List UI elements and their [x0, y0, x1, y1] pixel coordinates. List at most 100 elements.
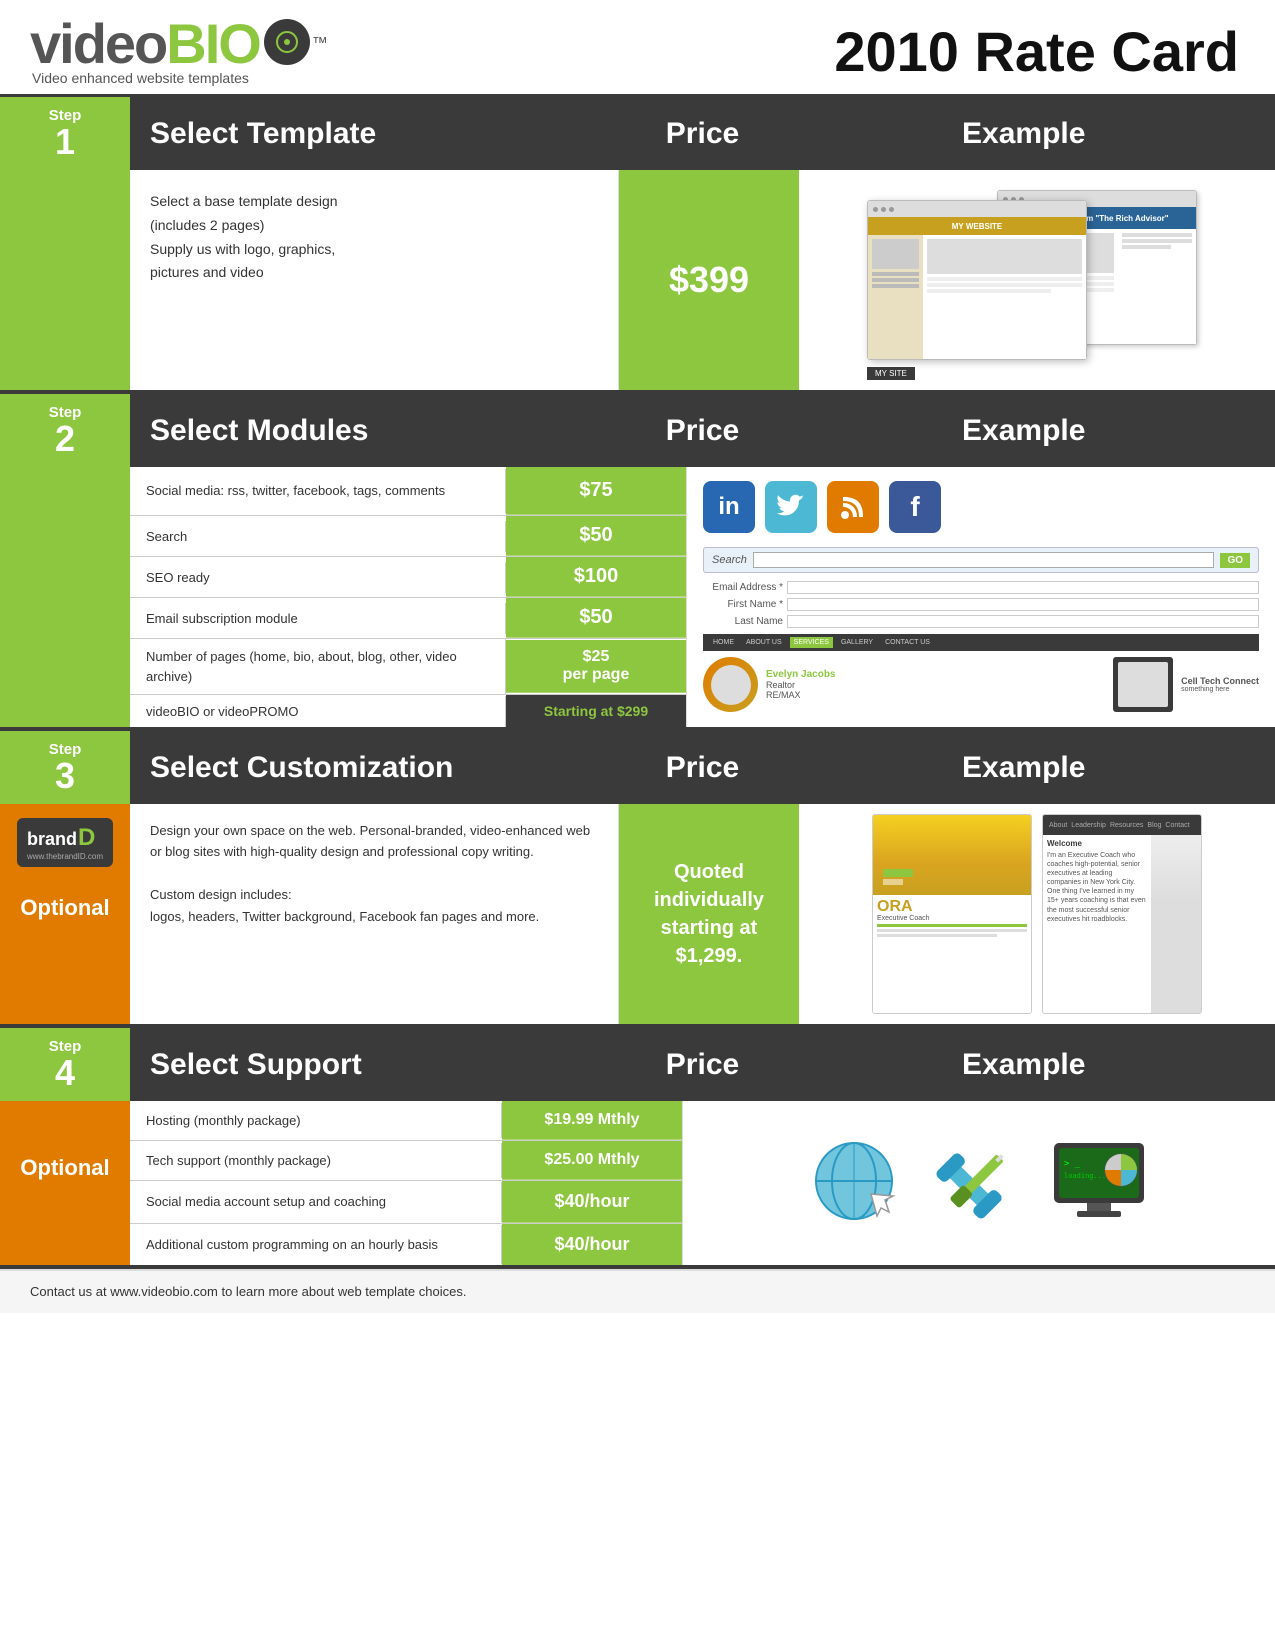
step1-desc-line1: Select a base template design	[150, 193, 338, 209]
rate-card-title: 2010 Rate Card	[834, 19, 1239, 84]
step3-optional-label: Optional	[20, 895, 109, 921]
support-row-1: Hosting (monthly package) $19.99 Mthly	[130, 1101, 682, 1141]
module-desc-1: Social media: rss, twitter, facebook, ta…	[130, 469, 506, 513]
step1-title-col: Select Template	[150, 117, 613, 151]
step1-example-display: Straight Talk from "The Rich Advisor"	[799, 170, 1275, 390]
logo-bio-text: BIO	[166, 16, 260, 72]
step4-body: Optional Hosting (monthly package) $19.9…	[0, 1101, 1275, 1269]
linkedin-icon: in	[703, 481, 755, 533]
tools-icon	[929, 1136, 1019, 1231]
module-row-5: Number of pages (home, bio, about, blog,…	[130, 639, 686, 695]
rss-icon	[827, 481, 879, 533]
step3-body: brand D www.thebrandID.com Optional Desi…	[0, 804, 1275, 1028]
support-desc-1: Hosting (monthly package)	[130, 1103, 502, 1138]
step2-body: Social media: rss, twitter, facebook, ta…	[0, 467, 1275, 731]
svg-text:> _: > _	[1064, 1159, 1081, 1169]
svg-text:loading...: loading...	[1064, 1172, 1106, 1180]
step3-price-col: Price	[613, 751, 793, 785]
step1-description: Select a base template design (includes …	[130, 170, 619, 390]
step4-badge: Step 4	[0, 1028, 130, 1101]
step2-example: in f Search GO	[687, 467, 1275, 727]
step1-section: Step 1 Select Template Price Example Sel…	[0, 94, 1275, 394]
step2-badge: Step 2	[0, 394, 130, 467]
step4-optional-label: Optional	[20, 1155, 109, 1181]
module-desc-2: Search	[130, 521, 506, 552]
social-icons-row: in f	[703, 481, 941, 533]
step3-description: Design your own space on the web. Person…	[130, 804, 619, 1024]
step2-header: Step 2 Select Modules Price Example	[0, 394, 1275, 467]
footer-text: Contact us at www.videobio.com to learn …	[30, 1284, 466, 1299]
step2-modules: Social media: rss, twitter, facebook, ta…	[130, 467, 687, 727]
module-price-4: $50	[506, 598, 686, 638]
step3-price-value: Quoted individually starting at $1,299.	[631, 858, 787, 970]
profile-mock: Evelyn Jacobs Realtor RE/MAX Cell Tech C…	[703, 657, 1259, 712]
support-desc-2: Tech support (monthly package)	[130, 1143, 502, 1178]
step3-num: 3	[55, 758, 75, 794]
step2-header-cols: Select Modules Price Example	[130, 394, 1275, 467]
trademark-symbol: ™	[312, 35, 328, 53]
module-row-1: Social media: rss, twitter, facebook, ta…	[130, 467, 686, 516]
step3-price-display: Quoted individually starting at $1,299.	[619, 804, 799, 1024]
module-row-4: Email subscription module $50	[130, 598, 686, 639]
step2-num: 2	[55, 421, 75, 457]
support-price-3: $40/hour	[502, 1181, 682, 1223]
nav-bar-mock: HOME ABOUT US SERVICES GALLERY CONTACT U…	[703, 634, 1259, 651]
step1-body: Select a base template design (includes …	[0, 170, 1275, 394]
logo-camera-icon	[264, 19, 310, 65]
support-price-2: $25.00 Mthly	[502, 1141, 682, 1180]
module-row-2: Search $50	[130, 516, 686, 557]
module-price-5: $25per page	[506, 640, 686, 693]
step1-desc-line4: pictures and video	[150, 264, 264, 280]
step3-badge: Step 3	[0, 731, 130, 804]
module-row-6: videoBIO or videoPROMO Starting at $299	[130, 695, 686, 727]
support-price-1: $19.99 Mthly	[502, 1101, 682, 1140]
footer: Contact us at www.videobio.com to learn …	[0, 1269, 1275, 1313]
step3-example-display: ORA Executive Coach About Leadership Res…	[799, 804, 1275, 1024]
step4-num: 4	[55, 1055, 75, 1091]
logo: video BIO ™	[30, 16, 328, 72]
step2-side	[0, 467, 130, 727]
step3-header: Step 3 Select Customization Price Exampl…	[0, 731, 1275, 804]
step1-num: 1	[55, 124, 75, 160]
step3-title-col: Select Customization	[150, 751, 613, 785]
support-row-3: Social media account setup and coaching …	[130, 1181, 682, 1224]
support-desc-3: Social media account setup and coaching	[130, 1182, 502, 1222]
step1-header: Step 1 Select Template Price Example	[0, 97, 1275, 170]
step3-section: Step 3 Select Customization Price Exampl…	[0, 731, 1275, 1028]
support-price-4: $40/hour	[502, 1224, 682, 1265]
step1-price-display: $399	[619, 170, 799, 390]
step1-example-col: Example	[793, 117, 1256, 151]
module-price-2: $50	[506, 516, 686, 556]
module-price-3: $100	[506, 557, 686, 597]
search-bar-mock: Search GO	[703, 547, 1259, 573]
module-desc-6: videoBIO or videoPROMO	[130, 696, 506, 727]
step2-price-col: Price	[613, 414, 793, 448]
step1-desc-line3: Supply us with logo, graphics,	[150, 241, 335, 257]
logo-video-text: video	[30, 16, 166, 72]
form-mock: Email Address * First Name * Last Name	[703, 581, 1259, 628]
facebook-icon: f	[889, 481, 941, 533]
step4-title-col: Select Support	[150, 1048, 613, 1082]
step1-side	[0, 170, 130, 390]
step4-side: Optional	[0, 1101, 130, 1265]
step3-side: brand D www.thebrandID.com Optional	[0, 804, 130, 1024]
step1-price-col: Price	[613, 117, 793, 151]
support-desc-4: Additional custom programming on an hour…	[130, 1225, 502, 1265]
step3-example-col: Example	[793, 751, 1256, 785]
step1-header-cols: Select Template Price Example	[130, 97, 1275, 170]
header: video BIO ™ Video enhanced website templ…	[0, 0, 1275, 94]
twitter-icon	[765, 481, 817, 533]
step4-header-cols: Select Support Price Example	[130, 1028, 1275, 1101]
step1-badge: Step 1	[0, 97, 130, 170]
computer-icon: > _ loading...	[1049, 1138, 1149, 1228]
module-price-1: $75	[506, 467, 686, 515]
step4-header: Step 4 Select Support Price Example	[0, 1028, 1275, 1101]
step2-section: Step 2 Select Modules Price Example Soci…	[0, 394, 1275, 731]
step2-example-col: Example	[793, 414, 1256, 448]
step1-desc-line2: (includes 2 pages)	[150, 217, 264, 233]
brand-d-logo: brand D www.thebrandID.com	[17, 818, 113, 867]
step1-price-value: $399	[669, 259, 749, 301]
support-row-4: Additional custom programming on an hour…	[130, 1224, 682, 1265]
step3-header-cols: Select Customization Price Example	[130, 731, 1275, 804]
module-row-3: SEO ready $100	[130, 557, 686, 598]
